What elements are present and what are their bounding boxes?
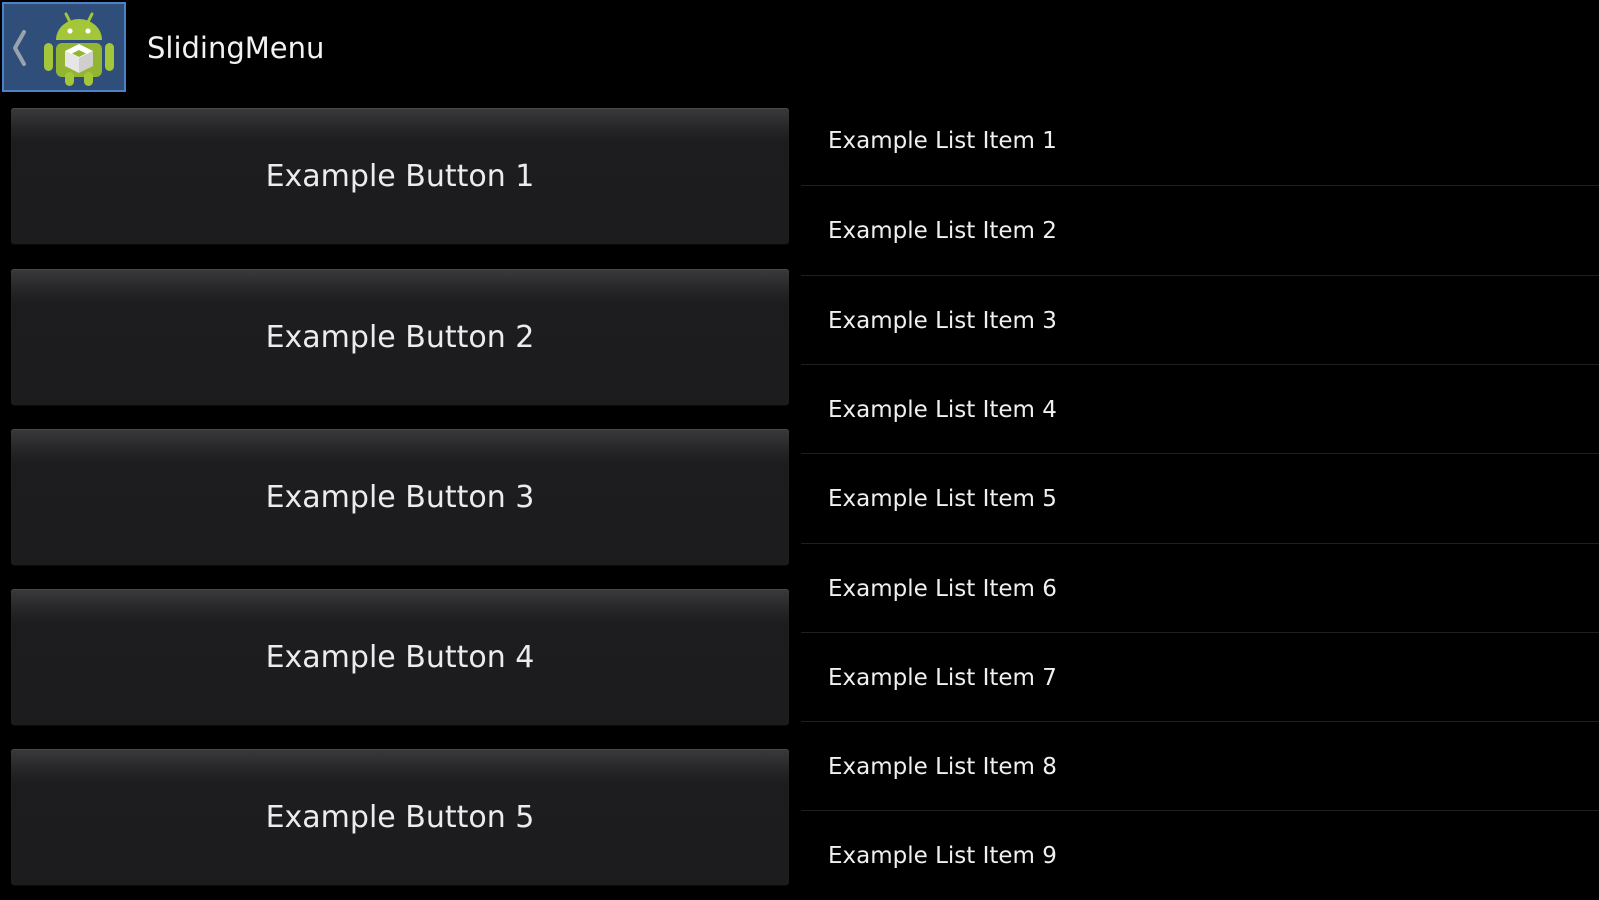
example-button-1[interactable]: Example Button 1 — [11, 108, 789, 244]
button-label: Example Button 2 — [265, 319, 535, 355]
list-item-label: Example List Item 4 — [828, 396, 1057, 423]
list-item[interactable]: Example List Item 1 — [801, 96, 1599, 185]
page-title: SlidingMenu — [147, 31, 325, 65]
list-item[interactable]: Example List Item 8 — [801, 722, 1599, 811]
example-button-4[interactable]: Example Button 4 — [11, 589, 789, 725]
list-item[interactable]: Example List Item 3 — [801, 276, 1599, 365]
list-item[interactable]: Example List Item 7 — [801, 633, 1599, 722]
example-button-2[interactable]: Example Button 2 — [11, 269, 789, 405]
example-button-5[interactable]: Example Button 5 — [11, 749, 789, 885]
example-list[interactable]: Example List Item 1 Example List Item 2 … — [801, 96, 1599, 895]
list-item-label: Example List Item 2 — [828, 217, 1057, 244]
list-item[interactable]: Example List Item 6 — [801, 544, 1599, 633]
button-label: Example Button 3 — [265, 479, 535, 515]
button-label: Example Button 4 — [265, 639, 535, 675]
android-robot-icon — [44, 12, 114, 86]
list-item[interactable]: Example List Item 5 — [801, 454, 1599, 543]
list-item-label: Example List Item 1 — [828, 127, 1057, 154]
chevron-left-icon — [13, 30, 26, 66]
list-item[interactable]: Example List Item 9 — [801, 811, 1599, 900]
list-item[interactable]: Example List Item 4 — [801, 365, 1599, 454]
list-item-label: Example List Item 8 — [828, 753, 1057, 780]
example-button-3[interactable]: Example Button 3 — [11, 429, 789, 565]
list-item-label: Example List Item 3 — [828, 307, 1057, 334]
button-label: Example Button 1 — [265, 158, 535, 194]
list-item-label: Example List Item 5 — [828, 485, 1057, 512]
list-item[interactable]: Example List Item 2 — [801, 186, 1599, 275]
action-bar: SlidingMenu — [0, 0, 1599, 96]
home-up-button[interactable] — [2, 2, 126, 92]
list-item-label: Example List Item 6 — [828, 575, 1057, 602]
list-item-label: Example List Item 9 — [828, 842, 1057, 869]
list-item-label: Example List Item 7 — [828, 664, 1057, 691]
button-label: Example Button 5 — [265, 799, 535, 835]
